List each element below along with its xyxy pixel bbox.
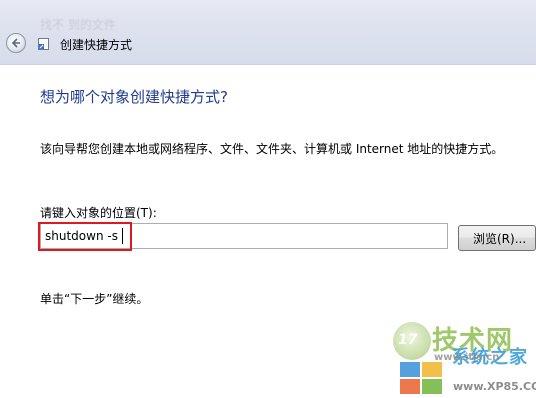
watermark-squares-logo bbox=[400, 362, 444, 396]
wizard-description: 该向导帮您创建本地或网络程序、文件、文件夹、计算机或 Internet 地址的快… bbox=[40, 142, 504, 156]
wizard-heading: 想为哪个对象创建快捷方式? bbox=[40, 88, 228, 106]
title-bar: 找不 到的文件 创建快捷方式 bbox=[0, 0, 536, 64]
back-button[interactable] bbox=[6, 33, 26, 53]
background-ghost-text-2: 找不 到的文件 bbox=[40, 18, 116, 32]
shortcut-icon bbox=[38, 38, 49, 50]
window-title: 创建快捷方式 bbox=[60, 38, 133, 52]
watermark-domain-2: www.XP85.COM bbox=[453, 380, 536, 393]
location-input[interactable] bbox=[40, 223, 448, 249]
browse-button[interactable]: 浏览(R)... bbox=[458, 225, 536, 251]
location-label: 请键入对象的位置(T): bbox=[40, 206, 157, 220]
watermark-badge: 17 bbox=[398, 332, 418, 348]
next-hint: 单击“下一步”继续。 bbox=[40, 292, 149, 306]
back-arrow-icon bbox=[11, 38, 20, 48]
text-caret bbox=[122, 228, 123, 244]
